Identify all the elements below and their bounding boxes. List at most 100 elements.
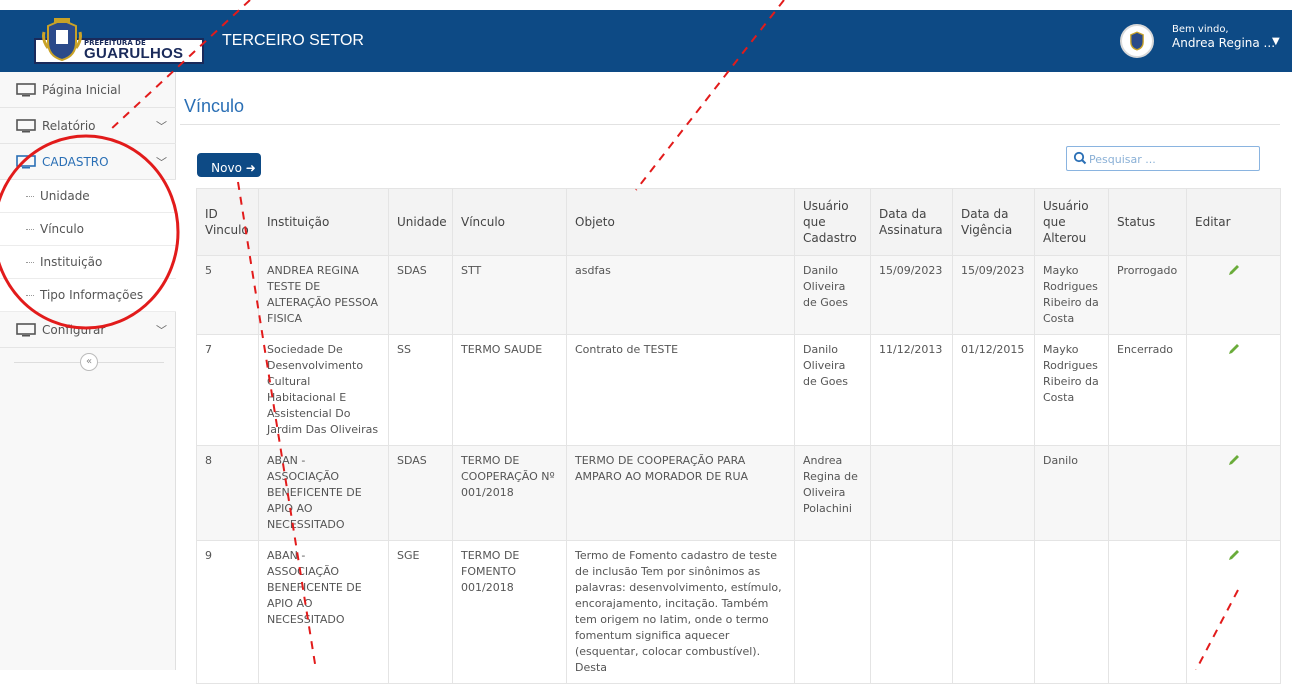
cell-instituicao: ANDREA REGINA TESTE DE ALTERAÇÃO PESSOA … [258,255,389,335]
column-header[interactable]: Instituição [258,188,389,256]
column-header[interactable]: Unidade [388,188,453,256]
sidebar-subitem-vinculo[interactable]: Vínculo [0,213,176,246]
user-avatar-icon [1120,24,1154,58]
collapse-sidebar-icon[interactable]: « [80,353,98,371]
sidebar-item-label: Relatório [42,119,96,133]
cell-id: 7 [196,334,259,446]
sidebar-subitem-unidade[interactable]: Unidade [0,180,176,213]
cell-status: Encerrado [1108,334,1187,446]
sidebar-subitem-instituicao[interactable]: Instituição [0,246,176,279]
sidebar-subitem-label: Tipo Informações [40,288,144,302]
cell-unidade: SDAS [388,255,453,335]
column-header[interactable]: ID Vinculo [196,188,259,256]
cell-instituicao: ABAN - ASSOCIAÇÃO BENEFICENTE DE APIO AO… [258,540,389,684]
cell-usuario-alterou [1034,540,1109,684]
user-menu[interactable]: Bem vindo, Andrea Regina ... ▼ [1120,22,1286,62]
sidebar-item-label: CADASTRO [42,155,109,169]
search-icon [1073,151,1087,165]
cell-usuario-cadastro [794,540,871,684]
cell-usuario-alterou: Mayko Rodrigues Ribeiro da Costa [1034,334,1109,446]
monitor-icon [16,119,36,133]
cell-unidade: SGE [388,540,453,684]
sidebar-item-cadastro[interactable]: CADASTRO ﹀ [0,144,176,180]
cell-objeto: Contrato de TESTE [566,334,795,446]
cell-unidade: SS [388,334,453,446]
pencil-edit-icon[interactable] [1227,263,1241,277]
column-header[interactable]: Data da Assinatura [870,188,953,256]
sidebar-subitem-tipo-informacoes[interactable]: Tipo Informações [0,279,176,312]
cell-usuario-cadastro: Danilo Oliveira de Goes [794,255,871,335]
sidebar-item-label: Configurar [42,323,106,337]
cell-data-vigencia: 01/12/2015 [952,334,1035,446]
cell-editar [1186,445,1281,541]
cell-status [1108,445,1187,541]
column-header[interactable]: Data da Vigência [952,188,1035,256]
sidebar-item-relatorio[interactable]: Relatório ﹀ [0,108,176,144]
sidebar: Página Inicial Relatório ﹀ CADASTRO ﹀ Un… [0,72,176,670]
cell-data-vigencia [952,445,1035,541]
pencil-edit-icon[interactable] [1227,548,1241,562]
arrow-right-icon: ➜ [245,160,256,175]
column-header[interactable]: Objeto [566,188,795,256]
table-row: 7 Sociedade De Desenvolvimento Cultural … [196,334,1281,446]
pencil-edit-icon[interactable] [1227,342,1241,356]
cell-editar [1186,540,1281,684]
cell-vinculo: TERMO DE FOMENTO 001/2018 [452,540,567,684]
cell-data-assinatura [870,540,953,684]
sidebar-item-label: Página Inicial [42,83,121,97]
sidebar-item-configurar[interactable]: Configurar ﹀ [0,312,176,348]
cell-usuario-alterou: Danilo [1034,445,1109,541]
prefeitura-logo[interactable]: PREFEITURA DE GUARULHOS [34,18,204,66]
cell-id: 8 [196,445,259,541]
cell-instituicao: Sociedade De Desenvolvimento Cultural Ha… [258,334,389,446]
cell-data-assinatura: 11/12/2013 [870,334,953,446]
column-header: Editar [1186,188,1281,256]
tree-connector [26,229,34,230]
search-input[interactable] [1089,150,1255,168]
sidebar-subitem-label: Instituição [40,255,103,269]
monitor-icon [16,323,36,337]
vinculo-table: ID Vinculo Instituição Unidade Vínculo O… [196,188,1281,684]
cell-vinculo: STT [452,255,567,335]
column-header[interactable]: Vínculo [452,188,567,256]
cell-id: 9 [196,540,259,684]
column-header[interactable]: Status [1108,188,1187,256]
top-navbar: PREFEITURA DE GUARULHOS TERCEIRO SETOR B… [0,10,1292,72]
column-header[interactable]: Usuário que Alterou [1034,188,1109,256]
new-button[interactable]: Novo ➜ [197,153,261,177]
sidebar-subitem-label: Vínculo [40,222,85,236]
search-box[interactable] [1066,146,1260,171]
cell-data-assinatura [870,445,953,541]
table-row: 8 ABAN - ASSOCIAÇÃO BENEFICENTE DE APIO … [196,445,1281,541]
tree-connector [26,295,34,296]
divider [180,124,1280,125]
cell-status [1108,540,1187,684]
tree-connector [26,262,34,263]
app-title: TERCEIRO SETOR [222,32,364,49]
user-name: Andrea Regina ... [1172,36,1276,50]
cell-editar [1186,334,1281,446]
column-header[interactable]: Usuário que Cadastro [794,188,871,256]
monitor-icon [16,155,36,169]
cell-status: Prorrogado [1108,255,1187,335]
cell-data-assinatura: 15/09/2023 [870,255,953,335]
page-title: Vínculo [184,96,245,116]
pencil-edit-icon[interactable] [1227,453,1241,467]
cell-instituicao: ABAN - ASSOCIAÇÃO BENEFICENTE DE APIO AO… [258,445,389,541]
cell-vinculo: TERMO SAUDE [452,334,567,446]
chevron-down-icon: ﹀ [156,324,167,337]
cell-usuario-cadastro: Danilo Oliveira de Goes [794,334,871,446]
cell-id: 5 [196,255,259,335]
table-header-row: ID Vinculo Instituição Unidade Vínculo O… [196,188,1281,256]
cell-objeto: TERMO DE COOPERAÇÃO PARA AMPARO AO MORAD… [566,445,795,541]
table-row: 5 ANDREA REGINA TESTE DE ALTERAÇÃO PESSO… [196,255,1281,335]
chevron-down-icon: ﹀ [156,156,167,169]
sidebar-item-pagina-inicial[interactable]: Página Inicial [0,72,176,108]
logo-main-text: GUARULHOS [84,45,184,62]
cell-data-vigencia: 15/09/2023 [952,255,1035,335]
cell-unidade: SDAS [388,445,453,541]
cell-usuario-alterou: Mayko Rodrigues Ribeiro da Costa [1034,255,1109,335]
tree-connector [26,196,34,197]
cell-objeto: Termo de Fomento cadastro de teste de in… [566,540,795,684]
caret-down-icon[interactable]: ▼ [1272,36,1280,47]
